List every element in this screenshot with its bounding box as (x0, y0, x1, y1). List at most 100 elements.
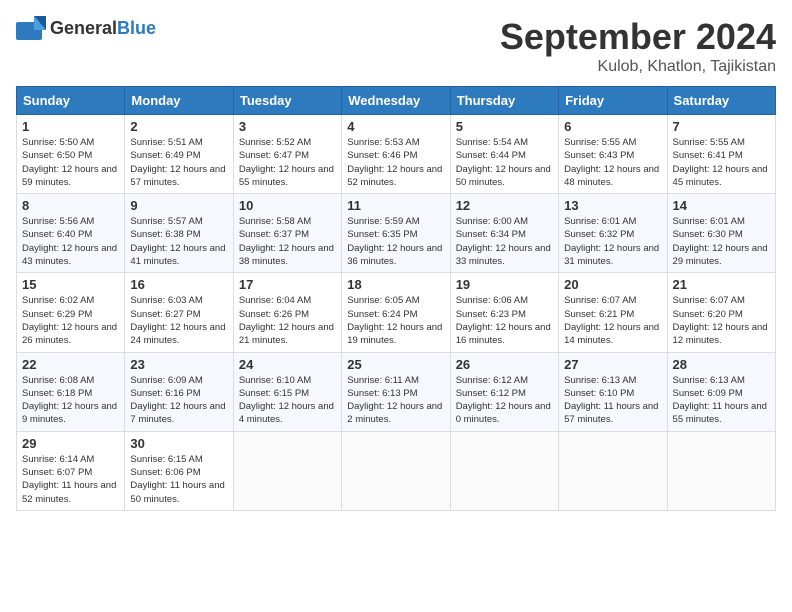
calendar-cell: 9 Sunrise: 5:57 AMSunset: 6:38 PMDayligh… (125, 194, 233, 273)
logo-icon (16, 16, 46, 40)
calendar-cell: 22 Sunrise: 6:08 AMSunset: 6:18 PMDaylig… (17, 352, 125, 431)
day-number: 3 (239, 119, 336, 134)
day-detail: Sunrise: 5:52 AMSunset: 6:47 PMDaylight:… (239, 137, 334, 188)
weekday-header-thursday: Thursday (450, 87, 558, 115)
calendar-cell: 21 Sunrise: 6:07 AMSunset: 6:20 PMDaylig… (667, 273, 775, 352)
calendar-cell: 11 Sunrise: 5:59 AMSunset: 6:35 PMDaylig… (342, 194, 450, 273)
day-number: 10 (239, 198, 336, 213)
calendar-cell: 29 Sunrise: 6:14 AMSunset: 6:07 PMDaylig… (17, 431, 125, 510)
calendar-cell: 27 Sunrise: 6:13 AMSunset: 6:10 PMDaylig… (559, 352, 667, 431)
weekday-header-wednesday: Wednesday (342, 87, 450, 115)
calendar-table: SundayMondayTuesdayWednesdayThursdayFrid… (16, 86, 776, 511)
calendar-week-row: 22 Sunrise: 6:08 AMSunset: 6:18 PMDaylig… (17, 352, 776, 431)
day-detail: Sunrise: 5:53 AMSunset: 6:46 PMDaylight:… (347, 137, 442, 188)
day-number: 24 (239, 357, 336, 372)
weekday-header-row: SundayMondayTuesdayWednesdayThursdayFrid… (17, 87, 776, 115)
day-number: 16 (130, 277, 227, 292)
day-detail: Sunrise: 5:56 AMSunset: 6:40 PMDaylight:… (22, 216, 117, 267)
day-detail: Sunrise: 6:13 AMSunset: 6:10 PMDaylight:… (564, 375, 658, 426)
calendar-cell: 15 Sunrise: 6:02 AMSunset: 6:29 PMDaylig… (17, 273, 125, 352)
calendar-cell: 26 Sunrise: 6:12 AMSunset: 6:12 PMDaylig… (450, 352, 558, 431)
logo-blue: Blue (117, 18, 156, 38)
calendar-cell: 2 Sunrise: 5:51 AMSunset: 6:49 PMDayligh… (125, 115, 233, 194)
day-detail: Sunrise: 6:12 AMSunset: 6:12 PMDaylight:… (456, 375, 551, 426)
calendar-cell (559, 431, 667, 510)
calendar-cell: 14 Sunrise: 6:01 AMSunset: 6:30 PMDaylig… (667, 194, 775, 273)
weekday-header-monday: Monday (125, 87, 233, 115)
day-detail: Sunrise: 6:06 AMSunset: 6:23 PMDaylight:… (456, 295, 551, 346)
day-detail: Sunrise: 6:10 AMSunset: 6:15 PMDaylight:… (239, 375, 334, 426)
day-number: 26 (456, 357, 553, 372)
day-detail: Sunrise: 6:13 AMSunset: 6:09 PMDaylight:… (673, 375, 767, 426)
day-detail: Sunrise: 6:00 AMSunset: 6:34 PMDaylight:… (456, 216, 551, 267)
day-detail: Sunrise: 6:11 AMSunset: 6:13 PMDaylight:… (347, 375, 442, 426)
day-number: 7 (673, 119, 770, 134)
weekday-header-saturday: Saturday (667, 87, 775, 115)
page-header: GeneralBlue September 2024 Kulob, Khatlo… (16, 16, 776, 76)
calendar-cell: 20 Sunrise: 6:07 AMSunset: 6:21 PMDaylig… (559, 273, 667, 352)
day-number: 4 (347, 119, 444, 134)
day-detail: Sunrise: 5:55 AMSunset: 6:43 PMDaylight:… (564, 137, 659, 188)
day-detail: Sunrise: 5:51 AMSunset: 6:49 PMDaylight:… (130, 137, 225, 188)
calendar-cell: 18 Sunrise: 6:05 AMSunset: 6:24 PMDaylig… (342, 273, 450, 352)
calendar-cell: 19 Sunrise: 6:06 AMSunset: 6:23 PMDaylig… (450, 273, 558, 352)
day-detail: Sunrise: 6:04 AMSunset: 6:26 PMDaylight:… (239, 295, 334, 346)
day-number: 8 (22, 198, 119, 213)
day-number: 5 (456, 119, 553, 134)
calendar-cell: 12 Sunrise: 6:00 AMSunset: 6:34 PMDaylig… (450, 194, 558, 273)
calendar-week-row: 8 Sunrise: 5:56 AMSunset: 6:40 PMDayligh… (17, 194, 776, 273)
calendar-cell: 3 Sunrise: 5:52 AMSunset: 6:47 PMDayligh… (233, 115, 341, 194)
day-number: 21 (673, 277, 770, 292)
day-detail: Sunrise: 6:07 AMSunset: 6:21 PMDaylight:… (564, 295, 659, 346)
month-title: September 2024 (500, 16, 776, 58)
day-number: 13 (564, 198, 661, 213)
day-detail: Sunrise: 6:09 AMSunset: 6:16 PMDaylight:… (130, 375, 225, 426)
day-detail: Sunrise: 6:07 AMSunset: 6:20 PMDaylight:… (673, 295, 768, 346)
calendar-cell: 17 Sunrise: 6:04 AMSunset: 6:26 PMDaylig… (233, 273, 341, 352)
calendar-cell: 6 Sunrise: 5:55 AMSunset: 6:43 PMDayligh… (559, 115, 667, 194)
calendar-week-row: 1 Sunrise: 5:50 AMSunset: 6:50 PMDayligh… (17, 115, 776, 194)
weekday-header-friday: Friday (559, 87, 667, 115)
weekday-header-sunday: Sunday (17, 87, 125, 115)
calendar-cell (450, 431, 558, 510)
day-number: 30 (130, 436, 227, 451)
calendar-cell: 25 Sunrise: 6:11 AMSunset: 6:13 PMDaylig… (342, 352, 450, 431)
calendar-cell: 30 Sunrise: 6:15 AMSunset: 6:06 PMDaylig… (125, 431, 233, 510)
calendar-cell: 13 Sunrise: 6:01 AMSunset: 6:32 PMDaylig… (559, 194, 667, 273)
calendar-cell: 5 Sunrise: 5:54 AMSunset: 6:44 PMDayligh… (450, 115, 558, 194)
calendar-cell (342, 431, 450, 510)
day-detail: Sunrise: 6:08 AMSunset: 6:18 PMDaylight:… (22, 375, 117, 426)
day-detail: Sunrise: 6:15 AMSunset: 6:06 PMDaylight:… (130, 454, 224, 505)
day-number: 20 (564, 277, 661, 292)
day-detail: Sunrise: 6:03 AMSunset: 6:27 PMDaylight:… (130, 295, 225, 346)
day-detail: Sunrise: 6:01 AMSunset: 6:30 PMDaylight:… (673, 216, 768, 267)
day-number: 12 (456, 198, 553, 213)
calendar-cell: 24 Sunrise: 6:10 AMSunset: 6:15 PMDaylig… (233, 352, 341, 431)
calendar-cell: 8 Sunrise: 5:56 AMSunset: 6:40 PMDayligh… (17, 194, 125, 273)
calendar-cell (233, 431, 341, 510)
calendar-cell: 1 Sunrise: 5:50 AMSunset: 6:50 PMDayligh… (17, 115, 125, 194)
day-number: 14 (673, 198, 770, 213)
day-detail: Sunrise: 5:57 AMSunset: 6:38 PMDaylight:… (130, 216, 225, 267)
calendar-cell: 16 Sunrise: 6:03 AMSunset: 6:27 PMDaylig… (125, 273, 233, 352)
calendar-week-row: 29 Sunrise: 6:14 AMSunset: 6:07 PMDaylig… (17, 431, 776, 510)
day-number: 28 (673, 357, 770, 372)
calendar-cell: 4 Sunrise: 5:53 AMSunset: 6:46 PMDayligh… (342, 115, 450, 194)
day-number: 17 (239, 277, 336, 292)
calendar-cell (667, 431, 775, 510)
day-number: 27 (564, 357, 661, 372)
calendar-cell: 28 Sunrise: 6:13 AMSunset: 6:09 PMDaylig… (667, 352, 775, 431)
day-detail: Sunrise: 5:50 AMSunset: 6:50 PMDaylight:… (22, 137, 117, 188)
calendar-week-row: 15 Sunrise: 6:02 AMSunset: 6:29 PMDaylig… (17, 273, 776, 352)
day-number: 29 (22, 436, 119, 451)
calendar-cell: 23 Sunrise: 6:09 AMSunset: 6:16 PMDaylig… (125, 352, 233, 431)
logo-text: GeneralBlue (50, 18, 156, 39)
day-detail: Sunrise: 6:02 AMSunset: 6:29 PMDaylight:… (22, 295, 117, 346)
day-detail: Sunrise: 5:54 AMSunset: 6:44 PMDaylight:… (456, 137, 551, 188)
logo: GeneralBlue (16, 16, 156, 40)
day-detail: Sunrise: 5:58 AMSunset: 6:37 PMDaylight:… (239, 216, 334, 267)
logo-general: General (50, 18, 117, 38)
day-number: 11 (347, 198, 444, 213)
title-area: September 2024 Kulob, Khatlon, Tajikista… (500, 16, 776, 76)
day-number: 25 (347, 357, 444, 372)
